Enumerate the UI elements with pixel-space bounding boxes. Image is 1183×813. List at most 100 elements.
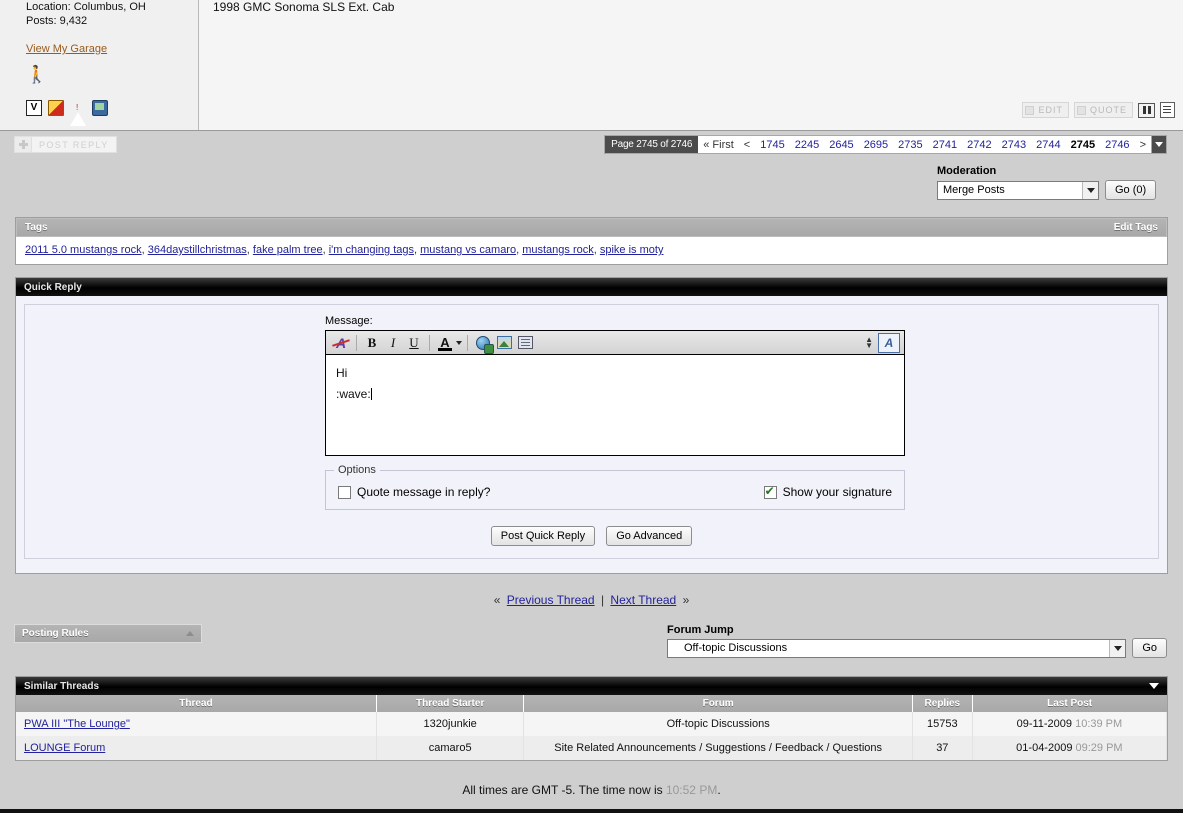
cell-thread-starter: 1320junkie	[376, 712, 525, 736]
insert-image-icon[interactable]	[494, 333, 514, 353]
quote-icon	[1076, 105, 1086, 115]
message-textarea[interactable]: Hi :wave:	[326, 355, 904, 455]
page-next-link[interactable]: >	[1135, 136, 1151, 153]
forum-jump-select[interactable]: Off-topic Discussions	[667, 638, 1127, 658]
message-line: Hi	[336, 366, 348, 380]
page-link-2741[interactable]: 2741	[928, 136, 962, 153]
similar-threads-title: Similar Threads	[24, 680, 100, 692]
quote-button-label: QUOTE	[1089, 105, 1127, 115]
similar-threads-header: Similar Threads	[16, 677, 1167, 695]
forum-jump-panel: Forum Jump Off-topic Discussions Go	[667, 624, 1167, 658]
report-post-icon[interactable]	[1160, 102, 1175, 118]
chevron-down-icon[interactable]	[1149, 683, 1159, 689]
next-thread-link[interactable]: Next Thread	[610, 593, 676, 607]
cell-last-post: 01-04-2009 09:29 PM	[972, 736, 1168, 760]
post-reply-icon	[15, 137, 32, 152]
tag-link[interactable]: 364daystillchristmas	[148, 244, 247, 256]
page-link-2695[interactable]: 2695	[859, 136, 893, 153]
quick-reply-buttons: Post Quick Reply Go Advanced	[25, 526, 1158, 546]
chevron-down-icon[interactable]	[456, 340, 462, 345]
forum-jump-go-button[interactable]: Go	[1132, 638, 1167, 658]
page-link-1745[interactable]: 1745	[755, 136, 789, 153]
tag-link[interactable]: spike is moty	[600, 244, 664, 256]
show-signature-option[interactable]: Show your signature	[763, 484, 892, 499]
moderation-select-value: Merge Posts	[943, 184, 1005, 196]
tags-panel: Tags Edit Tags 2011 5.0 mustangs rock, 3…	[15, 217, 1168, 265]
edit-button-label: EDIT	[1038, 105, 1063, 115]
card-icon[interactable]	[48, 100, 64, 116]
post-reply-label: POST REPLY	[39, 139, 109, 150]
computer-icon[interactable]	[92, 100, 108, 116]
go-advanced-button[interactable]: Go Advanced	[606, 526, 693, 546]
wrap-tags-icon[interactable]	[515, 333, 535, 353]
font-color-icon[interactable]: A	[435, 333, 455, 353]
toggle-wysiwyg-icon[interactable]: A	[878, 332, 900, 353]
previous-thread-link[interactable]: Previous Thread	[507, 593, 595, 607]
posting-rules-header[interactable]: Posting Rules	[14, 624, 202, 643]
view-my-garage-link[interactable]: View My Garage	[26, 43, 198, 55]
options-row: Quote message in reply? Show your signat…	[338, 484, 892, 499]
page-indicator: Page 2745 of 2746	[605, 136, 699, 153]
edit-button[interactable]: EDIT	[1022, 102, 1069, 118]
table-header-row: Thread Thread Starter Forum Replies Last…	[16, 695, 1167, 712]
page-prev-link[interactable]: <	[739, 136, 755, 153]
view-my-garage-anchor[interactable]: View My Garage	[26, 43, 107, 55]
cell-replies: 15753	[912, 712, 973, 736]
quote-message-option[interactable]: Quote message in reply?	[338, 485, 490, 499]
page-link-2245[interactable]: 2245	[790, 136, 824, 153]
column-header-thread-starter: Thread Starter	[376, 695, 525, 712]
table-row: PWA III "The Lounge" 1320junkie Off-topi…	[16, 712, 1168, 736]
thread-link[interactable]: PWA III "The Lounge"	[24, 718, 130, 730]
underline-icon[interactable]: U	[404, 333, 424, 353]
tag-link[interactable]: mustang vs camaro	[420, 244, 516, 256]
pause-icon[interactable]	[1138, 102, 1155, 118]
tag-link[interactable]: 2011 5.0 mustangs rock	[25, 244, 142, 256]
column-header-last-post: Last Post	[972, 695, 1167, 712]
bold-icon[interactable]: B	[362, 333, 382, 353]
page-link-2744[interactable]: 2744	[1031, 136, 1065, 153]
chevron-down-icon	[1109, 639, 1126, 657]
page-first-link[interactable]: « First	[698, 136, 739, 153]
page-link-2742[interactable]: 2742	[962, 136, 996, 153]
show-signature-checkbox[interactable]	[763, 484, 777, 499]
remove-formatting-icon[interactable]: A	[331, 333, 351, 353]
quote-message-checkbox[interactable]	[338, 485, 351, 499]
edit-tags-link[interactable]: Edit Tags	[1114, 222, 1158, 233]
walking-person-icon: 🚶	[26, 65, 48, 84]
user-location: Location: Columbus, OH	[26, 1, 146, 13]
moderation-row: Merge Posts Go (0)	[937, 180, 1167, 200]
page-navigation: Page 2745 of 2746 « First < 1745 2245 26…	[604, 135, 1167, 154]
page-link-2735[interactable]: 2735	[893, 136, 927, 153]
page-link-2746[interactable]: 2746	[1100, 136, 1134, 153]
edit-icon	[1025, 105, 1035, 115]
cell-thread: LOUNGE Forum	[16, 736, 377, 760]
moderation-go-button[interactable]: Go (0)	[1105, 180, 1157, 200]
post-reply-button[interactable]: POST REPLY	[14, 136, 117, 153]
post-body: 1998 GMC Sonoma SLS Ext. Cab EDIT QUOTE	[199, 0, 1183, 130]
page-link-2645[interactable]: 2645	[824, 136, 858, 153]
moderation-panel: Moderation Merge Posts Go (0)	[937, 165, 1167, 200]
tags-body: 2011 5.0 mustangs rock, 364daystillchris…	[16, 237, 1167, 264]
quick-reply-title: Quick Reply	[24, 281, 82, 293]
similar-threads-table: Thread Thread Starter Forum Replies Last…	[16, 695, 1168, 760]
insert-link-icon[interactable]	[473, 333, 494, 354]
quote-button[interactable]: QUOTE	[1073, 102, 1133, 118]
tags-header: Tags Edit Tags	[16, 218, 1167, 237]
tag-link[interactable]: mustangs rock	[522, 244, 594, 256]
tag-link[interactable]: i'm changing tags	[329, 244, 414, 256]
tag-link[interactable]: fake palm tree	[253, 244, 323, 256]
thread-link[interactable]: LOUNGE Forum	[24, 742, 105, 754]
show-signature-label: Show your signature	[782, 485, 892, 499]
moderation-select[interactable]: Merge Posts	[937, 180, 1099, 200]
page-link-2743[interactable]: 2743	[997, 136, 1031, 153]
post-quick-reply-button[interactable]: Post Quick Reply	[490, 526, 596, 546]
moderation-title: Moderation	[937, 165, 997, 177]
editor-toolbar-right: ▲ ▼ A	[865, 332, 900, 353]
text-caret	[370, 388, 372, 400]
italic-icon[interactable]: I	[383, 333, 403, 353]
footer: All times are GMT -5. The time now is 10…	[0, 783, 1183, 797]
page-dropdown-button[interactable]	[1151, 136, 1166, 153]
vote-icon[interactable]: V	[26, 100, 42, 116]
warning-triangle-icon[interactable]	[70, 100, 86, 126]
resize-handle-icon[interactable]: ▲ ▼	[865, 335, 873, 349]
